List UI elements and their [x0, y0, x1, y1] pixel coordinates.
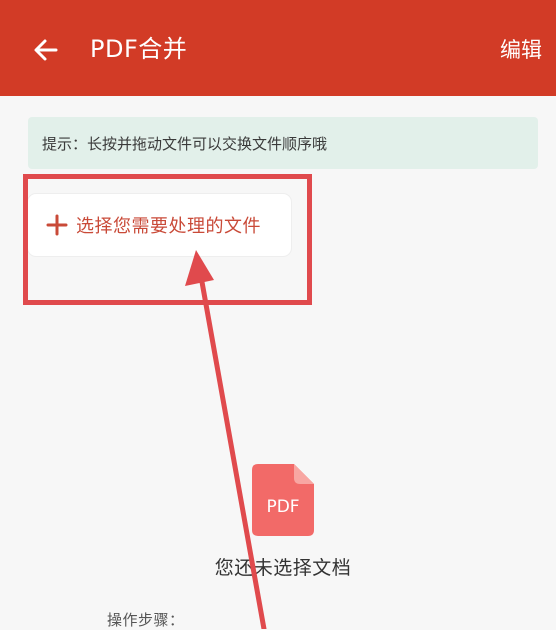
steps-label: 操作步骤： [107, 611, 185, 629]
app-bar: PDF合并 编辑 [0, 0, 556, 96]
back-button[interactable] [26, 30, 66, 70]
plus-icon [46, 214, 68, 236]
arrow-left-icon [34, 39, 58, 61]
tip-text: 提示：长按并拖动文件可以交换文件顺序哦 [42, 134, 328, 153]
page-title: PDF合并 [90, 35, 188, 63]
select-file-button[interactable]: 选择您需要处理的文件 [28, 194, 291, 256]
edit-button[interactable]: 编辑 [500, 36, 542, 64]
pdf-icon-label: PDF [266, 497, 299, 517]
pdf-file-icon: PDF [252, 464, 314, 536]
tip-banner: 提示：长按并拖动文件可以交换文件顺序哦 [28, 117, 538, 169]
empty-state-text: 您还未选择文档 [214, 557, 352, 579]
select-file-label: 选择您需要处理的文件 [76, 216, 261, 237]
